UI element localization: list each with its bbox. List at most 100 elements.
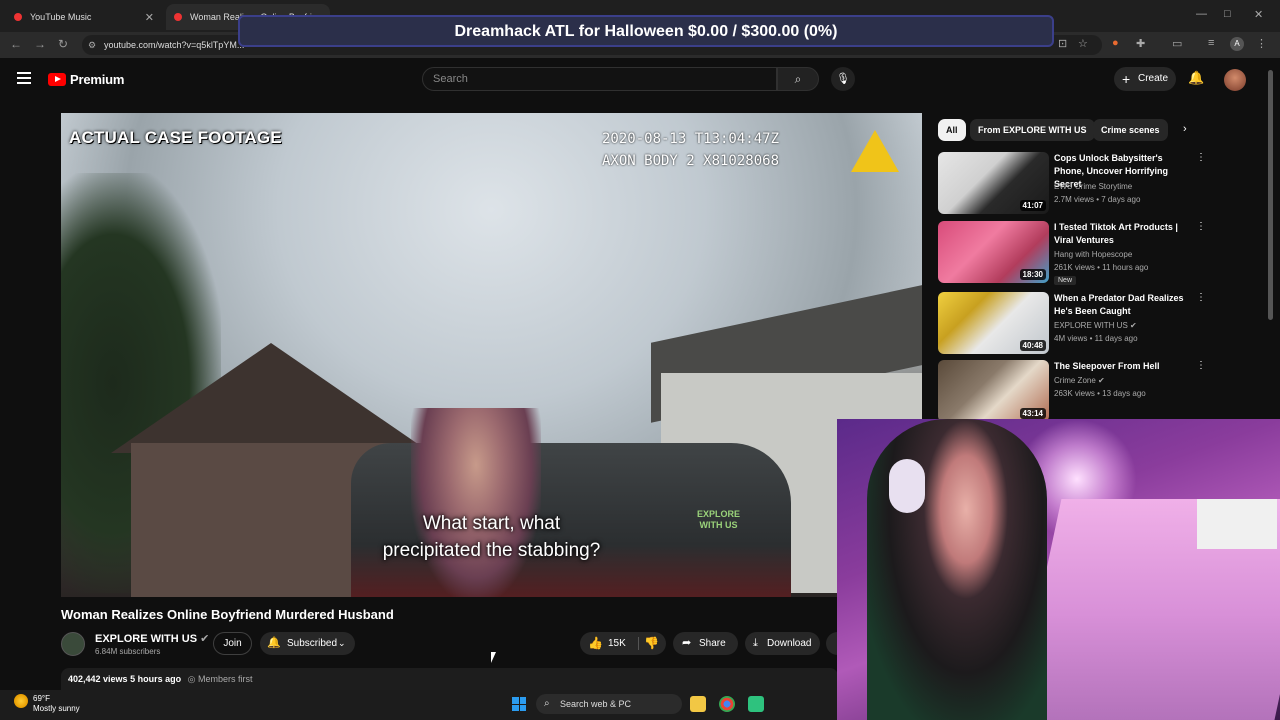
- description-box[interactable]: 402,442 views 5 hours ago ◎ Members firs…: [61, 668, 838, 690]
- close-icon[interactable]: ✕: [145, 11, 154, 24]
- recommendation-item[interactable]: 18:30 I Tested Tiktok Art Products | Vir…: [938, 221, 1208, 285]
- caption-line: What start, what: [422, 513, 561, 534]
- file-explorer-icon[interactable]: [690, 696, 706, 712]
- youtube-premium-logo[interactable]: Premium: [48, 72, 124, 87]
- page-scrollbar[interactable]: [1268, 70, 1273, 320]
- chip-crime-scenes[interactable]: Crime scenes: [1093, 119, 1168, 141]
- extension-icon[interactable]: ●: [1112, 37, 1119, 49]
- tab-youtube-music[interactable]: YouTube Music ✕: [6, 4, 162, 30]
- taskbar-search-label: Search web & PC: [560, 699, 632, 709]
- recommendation-item[interactable]: 41:07 Cops Unlock Babysitter's Phone, Un…: [938, 152, 1208, 216]
- subscriber-count: 6.84M subscribers: [95, 647, 161, 656]
- chip-all[interactable]: All: [938, 119, 966, 141]
- chrome-icon[interactable]: [719, 696, 735, 712]
- more-options-icon[interactable]: ⋮: [1196, 221, 1206, 232]
- weather-condition: Mostly sunny: [33, 704, 80, 713]
- timestamp-line: 2020-08-13 T13:04:47Z: [602, 131, 780, 147]
- bookmark-star-icon[interactable]: ☆: [1078, 37, 1088, 50]
- recommendation-channel[interactable]: EWU Crime Storytime: [1054, 182, 1132, 191]
- webcam-furniture: [1197, 499, 1277, 549]
- video-duration: 18:30: [1019, 269, 1046, 280]
- youtube-icon: [174, 13, 182, 21]
- mouse-cursor: [491, 652, 501, 663]
- join-button[interactable]: Join: [213, 632, 252, 655]
- download-label: Download: [767, 638, 812, 649]
- search-button[interactable]: ⌕: [777, 67, 819, 91]
- recommendation-title[interactable]: I Tested Tiktok Art Products | Viral Ven…: [1054, 221, 1194, 247]
- caption-line: precipitated the stabbing?: [382, 540, 601, 561]
- more-options-icon[interactable]: ⋮: [1196, 292, 1206, 303]
- verified-icon: ✔: [1130, 321, 1137, 330]
- channel-avatar[interactable]: [61, 632, 85, 656]
- close-window-icon[interactable]: ✕: [1254, 8, 1263, 21]
- like-count[interactable]: 15K: [608, 632, 626, 655]
- forward-icon[interactable]: →: [34, 37, 46, 51]
- download-button[interactable]: ⤓ Download: [745, 632, 820, 655]
- weather-sun-icon[interactable]: [14, 694, 28, 708]
- recommendation-title[interactable]: When a Predator Dad Realizes He's Been C…: [1054, 292, 1194, 318]
- channel-name: EXPLORE WITH US: [95, 633, 198, 645]
- weather-widget[interactable]: 69°F Mostly sunny: [33, 694, 80, 714]
- subscribed-label: Subscribed: [287, 638, 338, 649]
- app-icon[interactable]: [748, 696, 764, 712]
- recommendation-meta: 4M views • 11 days ago: [1054, 334, 1138, 343]
- user-avatar[interactable]: [1224, 69, 1246, 91]
- recommendation-item[interactable]: 40:48 When a Predator Dad Realizes He's …: [938, 292, 1208, 356]
- plus-icon: +: [1122, 71, 1131, 87]
- minimize-icon[interactable]: —: [1196, 8, 1207, 20]
- windows-start-icon[interactable]: [512, 697, 526, 711]
- extensions-puzzle-icon[interactable]: ✚: [1136, 37, 1145, 50]
- recommendation-item[interactable]: 43:14 The Sleepover From Hell Crime Zone…: [938, 360, 1208, 424]
- recommendation-channel[interactable]: Hang with Hopescope: [1054, 250, 1132, 259]
- recommendation-title[interactable]: The Sleepover From Hell: [1054, 360, 1194, 373]
- tab-search-icon[interactable]: ≡: [1208, 37, 1214, 49]
- back-icon[interactable]: ←: [10, 37, 22, 51]
- more-options-icon[interactable]: ⋮: [1196, 360, 1206, 371]
- video-thumbnail[interactable]: 18:30: [938, 221, 1049, 283]
- reload-icon[interactable]: ↻: [58, 37, 68, 51]
- share-button[interactable]: ➦ Share: [673, 632, 738, 655]
- download-icon: ⤓: [753, 637, 758, 649]
- recommendation-meta: 261K views • 11 hours ago: [1054, 263, 1149, 272]
- subscribed-button[interactable]: 🔔 Subscribed ⌄: [260, 632, 355, 655]
- video-frame-roof: [111, 343, 431, 453]
- chip-from-channel[interactable]: From EXPLORE WITH US: [970, 119, 1095, 141]
- channel-label: Crime Zone: [1054, 376, 1096, 385]
- case-footage-label: ACTUAL CASE FOOTAGE: [69, 128, 282, 147]
- dislike-icon[interactable]: 👎: [644, 632, 659, 655]
- taskbar-search[interactable]: ⌕ Search web & PC: [536, 694, 682, 714]
- profile-avatar[interactable]: A: [1230, 37, 1244, 51]
- video-player[interactable]: EXPLORE WITH US ACTUAL CASE FOOTAGE 2020…: [61, 113, 922, 597]
- share-icon: ➦: [682, 637, 692, 649]
- install-icon[interactable]: ⊡: [1058, 37, 1067, 50]
- sidebar-icon[interactable]: ▭: [1172, 37, 1182, 50]
- streamer-webcam-overlay: [837, 419, 1280, 720]
- donation-goal-banner: Dreamhack ATL for Halloween $0.00 / $300…: [238, 15, 1054, 47]
- chrome-menu-icon[interactable]: ⋮: [1256, 37, 1267, 50]
- like-icon[interactable]: 👍: [588, 632, 603, 655]
- verified-icon: ✔: [1098, 376, 1105, 385]
- notifications-bell-icon[interactable]: 🔔: [1188, 70, 1204, 86]
- channel-name-row[interactable]: EXPLORE WITH US ✔: [95, 632, 209, 645]
- menu-icon[interactable]: [17, 72, 31, 84]
- create-button[interactable]: + Create: [1114, 67, 1176, 91]
- recommendation-channel[interactable]: Crime Zone ✔: [1054, 376, 1105, 385]
- bodycam-timestamp: 2020-08-13 T13:04:47Z AXON BODY 2 X81028…: [602, 128, 779, 172]
- video-thumbnail[interactable]: 41:07: [938, 152, 1049, 214]
- maximize-icon[interactable]: □: [1224, 8, 1231, 20]
- recommendation-channel[interactable]: EXPLORE WITH US ✔: [1054, 321, 1137, 330]
- video-thumbnail[interactable]: 43:14: [938, 360, 1049, 422]
- chevron-right-icon[interactable]: ›: [1183, 123, 1187, 135]
- voice-search-button[interactable]: 🎙: [831, 67, 855, 91]
- search-input[interactable]: Search: [422, 67, 777, 91]
- video-duration: 40:48: [1019, 340, 1046, 351]
- members-first-label: ◎ Members first: [187, 674, 253, 684]
- site-info-icon[interactable]: ⚙: [88, 35, 96, 55]
- search-icon: ⌕: [794, 72, 802, 86]
- more-options-icon[interactable]: ⋮: [1196, 152, 1206, 163]
- screen: YouTube Music ✕ Woman Realizes Online Bo…: [0, 0, 1280, 720]
- url-text: youtube.com/watch?v=q5klTpYM...: [104, 40, 245, 50]
- temperature: 69°F: [33, 694, 50, 703]
- video-thumbnail[interactable]: 40:48: [938, 292, 1049, 354]
- camera-id-line: AXON BODY 2 X81028068: [602, 153, 780, 169]
